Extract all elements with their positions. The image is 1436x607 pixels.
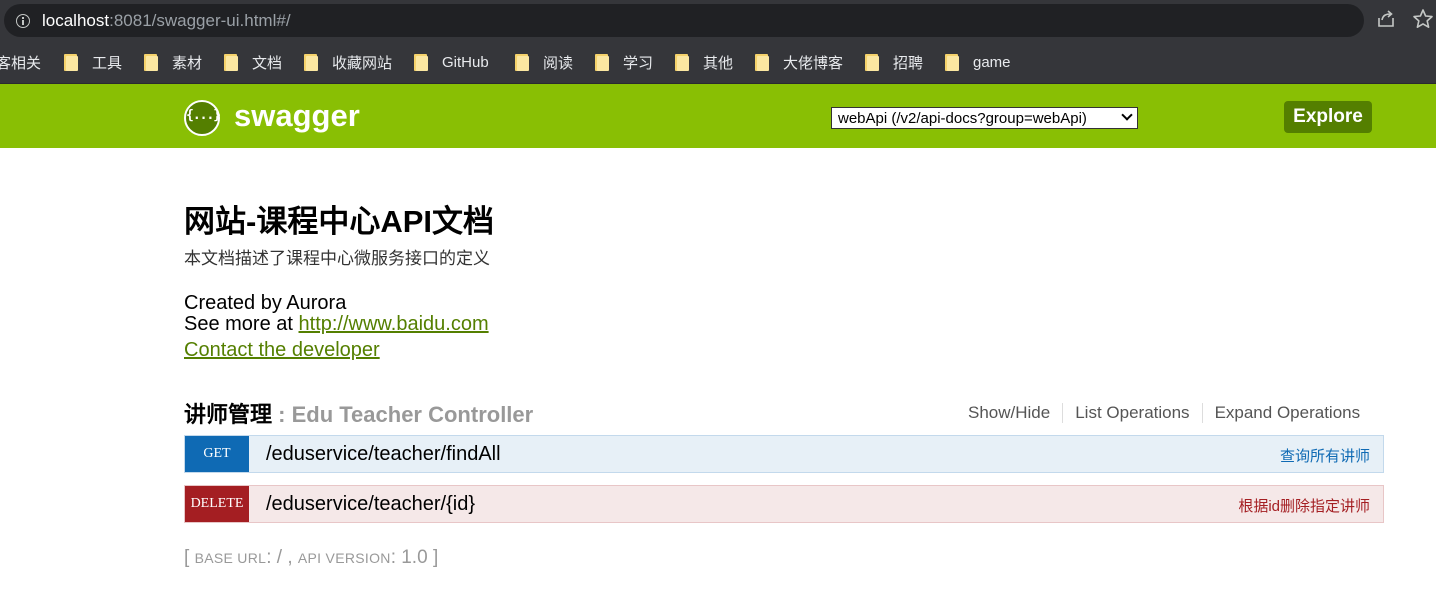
base-url-value: : / ,: [266, 547, 298, 568]
operation-summary[interactable]: 根据id删除指定讲师: [1238, 495, 1370, 516]
bookmark-folder-tools[interactable]: 工具: [64, 52, 122, 72]
bookmark-label: 文档: [252, 54, 283, 72]
url-host: localhost: [42, 11, 110, 30]
bookmark-label: 客相关: [0, 54, 42, 72]
folder-icon: [144, 53, 158, 71]
operation-row-get[interactable]: GET /eduservice/teacher/findAll 查询所有讲师: [184, 435, 1384, 473]
folder-icon: [945, 53, 959, 71]
see-more-link[interactable]: http://www.baidu.com: [299, 313, 489, 335]
folder-icon: [224, 53, 238, 71]
resource-name: 讲师管理: [184, 402, 273, 427]
site-info-icon[interactable]: [16, 14, 30, 28]
url-text[interactable]: localhost:8081/swagger-ui.html#/: [42, 11, 291, 31]
bookmark-label: 素材: [172, 54, 203, 72]
bookmark-label: 学习: [623, 54, 654, 72]
api-description: 本文档描述了课程中心微服务接口的定义: [184, 249, 490, 268]
logo-glyph: {...}: [186, 108, 221, 123]
bookmark-label: 阅读: [543, 54, 574, 72]
browser-address-bar: localhost:8081/swagger-ui.html#/: [0, 0, 1436, 42]
chevron-down-icon: [1121, 109, 1133, 121]
api-footer-info: [ BASE URL: / , API VERSION: 1.0 ]: [184, 547, 438, 569]
bookmark-star-icon[interactable]: [1412, 8, 1434, 30]
operation-summary[interactable]: 查询所有讲师: [1280, 445, 1370, 466]
created-by: Created by Aurora: [184, 292, 347, 314]
bookmark-folder-reading[interactable]: 阅读: [515, 52, 573, 72]
swagger-logo-icon[interactable]: {...}: [184, 100, 221, 136]
share-icon[interactable]: [1376, 9, 1396, 29]
folder-icon: [304, 53, 318, 71]
swagger-logo-text[interactable]: swagger: [234, 98, 360, 134]
expand-operations-link[interactable]: Expand Operations: [1201, 403, 1360, 423]
folder-icon: [675, 53, 689, 71]
see-more-prefix: See more at: [184, 313, 299, 335]
bookmark-folder-game[interactable]: game: [945, 52, 1011, 72]
folder-icon: [414, 53, 428, 71]
operation-row-delete[interactable]: DELETE /eduservice/teacher/{id} 根据id删除指定…: [184, 485, 1384, 523]
page-title: 网站-课程中心API文档: [184, 204, 494, 239]
bookmark-label: game: [973, 53, 1011, 71]
bookmark-label: 其他: [703, 54, 734, 72]
bookmark-label: 招聘: [893, 54, 924, 72]
explore-button[interactable]: Explore: [1284, 101, 1372, 133]
url-field[interactable]: localhost:8081/swagger-ui.html#/: [4, 4, 1364, 37]
operation-path[interactable]: /eduservice/teacher/findAll: [266, 443, 501, 466]
resource-actions: Show/Hide List Operations Expand Operati…: [956, 403, 1360, 423]
operation-path[interactable]: /eduservice/teacher/{id}: [266, 493, 475, 516]
bookmark-folder-blogs[interactable]: 大佬博客: [755, 52, 843, 72]
footer-bracket-open: [: [184, 547, 195, 568]
bookmark-folder-github[interactable]: GitHub: [414, 52, 489, 72]
show-hide-link[interactable]: Show/Hide: [956, 403, 1062, 423]
base-url-label: BASE URL: [194, 550, 267, 566]
folder-icon: [755, 53, 769, 71]
contact-developer-wrap: Contact the developer: [184, 339, 380, 362]
folder-icon: [865, 53, 879, 71]
resource-heading[interactable]: 讲师管理 : Edu Teacher Controller: [184, 397, 533, 429]
resource-separator: :: [272, 402, 292, 427]
api-group-selected-value: webApi (/v2/api-docs?group=webApi): [838, 109, 1087, 127]
folder-icon: [515, 53, 529, 71]
bookmark-folder-jobs[interactable]: 招聘: [865, 52, 923, 72]
api-version-label: API VERSION: [297, 550, 391, 566]
http-method-badge[interactable]: DELETE: [185, 486, 249, 522]
bookmark-folder-favorites[interactable]: 收藏网站: [304, 52, 392, 72]
bookmark-folder-other[interactable]: 其他: [675, 52, 733, 72]
url-path: :8081/swagger-ui.html#/: [109, 11, 291, 30]
folder-icon: [595, 53, 609, 71]
bookmark-item[interactable]: 客相关: [0, 52, 41, 72]
folder-icon: [64, 53, 78, 71]
bookmark-label: 工具: [92, 54, 123, 72]
bookmarks-bar: 客相关 工具 素材 文档 收藏网站 GitHub 阅读 学习 其他 大佬博客 招…: [0, 42, 1436, 84]
contact-developer-link[interactable]: Contact the developer: [184, 339, 380, 361]
bookmark-folder-docs[interactable]: 文档: [224, 52, 282, 72]
api-group-select[interactable]: webApi (/v2/api-docs?group=webApi): [831, 107, 1138, 129]
http-method-badge[interactable]: GET: [185, 436, 249, 472]
swagger-header: {...} swagger webApi (/v2/api-docs?group…: [0, 84, 1436, 148]
resource-controller-name: Edu Teacher Controller: [291, 402, 534, 427]
footer-bracket-close: ]: [432, 547, 439, 568]
see-more: See more at http://www.baidu.com: [184, 313, 489, 336]
list-operations-link[interactable]: List Operations: [1062, 403, 1201, 423]
bookmark-label: 大佬博客: [783, 54, 844, 72]
bookmark-label: 收藏网站: [332, 54, 393, 72]
bookmark-label: GitHub: [442, 53, 489, 71]
bookmark-folder-assets[interactable]: 素材: [144, 52, 202, 72]
api-version-value: : 1.0: [390, 547, 433, 568]
bookmark-folder-study[interactable]: 学习: [595, 52, 653, 72]
